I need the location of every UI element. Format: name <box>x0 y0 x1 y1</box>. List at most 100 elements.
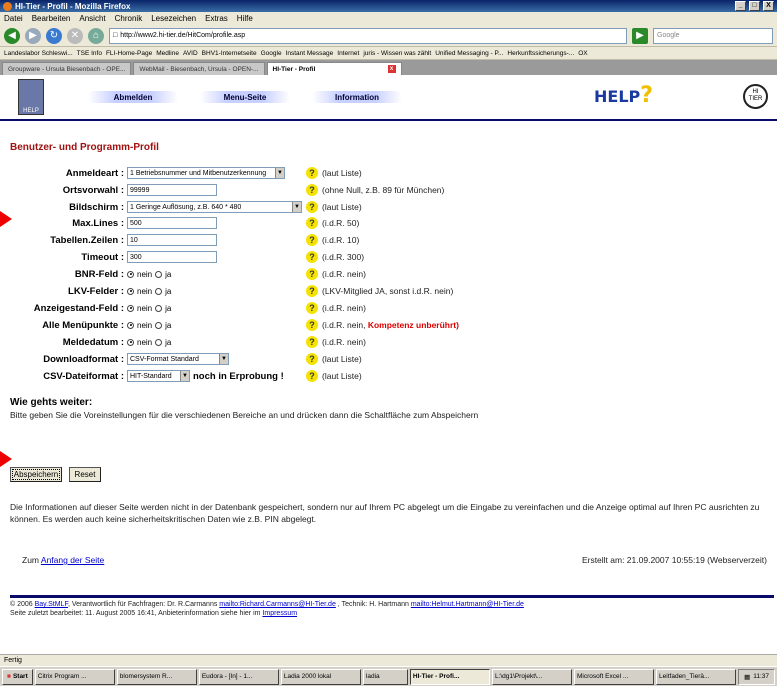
radio-ja[interactable] <box>155 270 163 278</box>
information-link[interactable]: Information <box>312 91 402 103</box>
search-input[interactable]: Google <box>653 27 773 44</box>
timeout-input[interactable]: 300 <box>127 251 217 263</box>
menu-page-link[interactable]: Menu-Seite <box>200 91 290 103</box>
bay-stmlf-link[interactable]: Bay.StMLF <box>35 601 68 608</box>
home-icon[interactable]: ⌂ <box>88 27 104 44</box>
url-field[interactable]: □ http://www2.hi-tier.de/HitCom/profile.… <box>109 27 627 44</box>
close-button[interactable]: X <box>763 1 774 11</box>
created-timestamp: Erstellt am: 21.09.2007 10:55:19 (Webser… <box>581 555 767 565</box>
forward-icon[interactable]: ▶ <box>25 27 41 44</box>
help-icon[interactable]: ? <box>306 251 318 263</box>
taskbar-item[interactable]: Citrix Program ... <box>34 668 115 685</box>
reload-icon[interactable]: ↻ <box>46 27 62 44</box>
radio-ja[interactable] <box>155 321 163 329</box>
bookmark-item[interactable]: Instant Message <box>286 50 334 57</box>
page-content: HELP Abmelden Menu-Seite Information HEL… <box>0 75 777 654</box>
radio-nein[interactable] <box>127 321 134 329</box>
taskbar-item[interactable]: Eudora - [In] - 1... <box>198 668 279 685</box>
help-icon[interactable]: ? <box>306 184 318 196</box>
logo-text: HELP <box>23 108 39 114</box>
impressum-link[interactable]: Impressum <box>262 610 297 617</box>
help-icon[interactable]: ? <box>306 217 318 229</box>
help-icon[interactable]: ? <box>306 234 318 246</box>
help-icon[interactable]: ? <box>306 285 318 297</box>
help-icon[interactable]: ? <box>306 319 318 331</box>
bookmark-item[interactable]: Medline <box>156 50 179 57</box>
maximize-button[interactable]: □ <box>749 1 760 11</box>
taskbar-item[interactable]: Ladia 2000 lokal <box>280 668 361 685</box>
logout-link[interactable]: Abmelden <box>88 91 178 103</box>
help-icon[interactable]: ? <box>306 201 318 213</box>
bookmark-item[interactable]: Google <box>261 50 282 57</box>
bookmark-item[interactable]: juris - Wissen was zählt <box>363 50 431 57</box>
tabellen-zeilen-input[interactable]: 10 <box>127 234 217 246</box>
menu-hilfe[interactable]: Hilfe <box>237 14 253 23</box>
radio-ja[interactable] <box>155 287 163 295</box>
menu-ansicht[interactable]: Ansicht <box>79 14 105 23</box>
menu-extras[interactable]: Extras <box>205 14 228 23</box>
field-hint: (i.d.R. 50) <box>322 218 360 228</box>
tab-webmail[interactable]: WebMail - Biesenbach, Ursula - OPEN-... <box>133 62 265 75</box>
hartmann-mail-link[interactable]: mailto:Helmut.Hartmann@HI-Tier.de <box>411 601 524 608</box>
ortsvorwahl-input[interactable]: 99999 <box>127 184 217 196</box>
taskbar-label: L:\dg1\Projekt\... <box>494 673 543 680</box>
footer-line-1: © 2006 Bay.StMLF, Verantwortlich für Fac… <box>10 600 770 609</box>
tray-icon[interactable]: ▦ <box>744 673 750 681</box>
page-top-link[interactable]: Anfang der Seite <box>41 555 104 565</box>
tab-label: Groupware - Ursula Biesenbach - OPE... <box>8 65 126 73</box>
help-icon[interactable]: ? <box>306 370 318 382</box>
bookmark-item[interactable]: Herkunftssicherungs-... <box>507 50 574 57</box>
downloadformat-select[interactable]: CSV-Format Standard ▼ <box>127 353 229 365</box>
help-icon[interactable]: ? <box>306 302 318 314</box>
taskbar-item[interactable]: blomersystem R... <box>116 668 197 685</box>
help-logo[interactable]: HELP? <box>594 83 653 108</box>
bildschirm-select[interactable]: 1 Geringe Auflösung, z.B. 640 * 480 ▼ <box>127 201 302 213</box>
bookmark-item[interactable]: TSE Info <box>77 50 102 57</box>
radio-nein[interactable] <box>127 287 134 295</box>
taskbar-item[interactable]: L:\dg1\Projekt\... <box>491 668 572 685</box>
field-hint: (i.d.R. nein) <box>322 303 366 313</box>
stop-icon[interactable]: ✕ <box>67 27 83 44</box>
taskbar-item[interactable]: ladia <box>362 668 408 685</box>
help-icon[interactable]: ? <box>306 336 318 348</box>
tab-label: HI-Tier - Profil <box>272 65 316 73</box>
anmeldeart-select[interactable]: 1 Betriebsnummer und Mitbenutzerkennung ▼ <box>127 167 285 179</box>
bookmark-item[interactable]: Unified Messaging - P... <box>435 50 503 57</box>
taskbar-item-active[interactable]: HI-Tier - Profi... <box>409 668 490 685</box>
bookmark-item[interactable]: AVID <box>183 50 198 57</box>
bookmark-item[interactable]: OX <box>578 50 587 57</box>
taskbar-item[interactable]: Microsoft Excel ... <box>574 668 655 685</box>
radio-ja[interactable] <box>155 304 163 312</box>
help-icon[interactable]: ? <box>306 268 318 280</box>
go-icon[interactable]: ▶ <box>632 27 648 44</box>
back-icon[interactable]: ◀ <box>4 27 20 44</box>
start-button[interactable]: ■ Start <box>2 668 33 685</box>
save-button[interactable]: Abspeichern <box>10 467 62 482</box>
tab-groupware[interactable]: Groupware - Ursula Biesenbach - OPE... <box>2 62 132 75</box>
reset-button[interactable]: Reset <box>69 467 101 482</box>
bookmark-item[interactable]: Internet <box>337 50 359 57</box>
bookmark-item[interactable]: Landeslabor Schleswi... <box>4 50 73 57</box>
taskbar-item[interactable]: Leitfaden_Tierä... <box>656 668 737 685</box>
menu-chronik[interactable]: Chronik <box>115 14 143 23</box>
max-lines-input[interactable]: 500 <box>127 217 217 229</box>
carmanns-mail-link[interactable]: mailto:Richard.Carmanns@HI-Tier.de <box>219 601 336 608</box>
menu-bearbeiten[interactable]: Bearbeiten <box>32 14 71 23</box>
csv-dateiformat-select[interactable]: HIT-Standard ▼ <box>127 370 190 382</box>
taskbar-label: Eudora - [In] - 1... <box>201 673 253 680</box>
bookmark-item[interactable]: FLI-Home-Page <box>106 50 152 57</box>
bookmark-item[interactable]: BHV1-Internetseite <box>202 50 257 57</box>
menu-lesezeichen[interactable]: Lesezeichen <box>151 14 196 23</box>
radio-nein[interactable] <box>127 338 134 346</box>
firefox-icon <box>3 1 12 11</box>
radio-nein[interactable] <box>127 304 134 312</box>
close-tab-icon[interactable]: x <box>387 65 396 73</box>
radio-nein[interactable] <box>127 270 134 278</box>
help-icon[interactable]: ? <box>306 353 318 365</box>
menu-datei[interactable]: Datei <box>4 14 23 23</box>
help-icon[interactable]: ? <box>306 167 318 179</box>
radio-ja[interactable] <box>155 338 163 346</box>
hi-tier-logo[interactable]: HELP <box>18 79 44 115</box>
tab-hi-tier-profil[interactable]: HI-Tier - Profil x <box>266 62 402 75</box>
minimize-button[interactable]: _ <box>735 1 746 11</box>
